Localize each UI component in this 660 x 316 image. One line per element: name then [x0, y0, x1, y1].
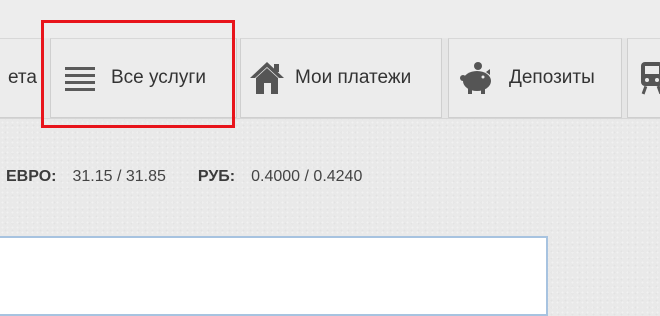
- rub-rate-value: 0.4000 / 0.4240: [251, 168, 363, 185]
- top-strip: [0, 0, 660, 38]
- nav-tab-accounts[interactable]: ета: [0, 38, 44, 118]
- nav-tab-deposits[interactable]: Депозиты: [448, 38, 622, 118]
- eur-rate-label: ЕВРО:: [6, 168, 57, 185]
- nav-tab-travel[interactable]: [627, 38, 660, 118]
- nav-tab-my-payments[interactable]: Мои платежи: [240, 38, 442, 118]
- nav-tab-all-services[interactable]: Все услуги: [50, 38, 237, 118]
- list-icon: [65, 65, 95, 91]
- rub-rate-label: РУБ:: [197, 168, 236, 185]
- nav-tab-deposits-label: Депозиты: [509, 67, 595, 88]
- exchange-rates: ЕВРО: 31.15 / 31.85 РУБ: 0.4000 / 0.4240: [6, 167, 394, 187]
- nav-tab-accounts-label: ета: [8, 67, 37, 88]
- piggy-bank-icon: [459, 61, 495, 95]
- nav-tab-my-payments-label: Мои платежи: [295, 67, 412, 88]
- house-icon: [249, 61, 285, 95]
- eur-rate-value: 31.15 / 31.85: [72, 168, 166, 185]
- nav-tab-all-services-label: Все услуги: [111, 67, 206, 88]
- content-panel: [0, 236, 548, 316]
- train-icon: [638, 60, 660, 96]
